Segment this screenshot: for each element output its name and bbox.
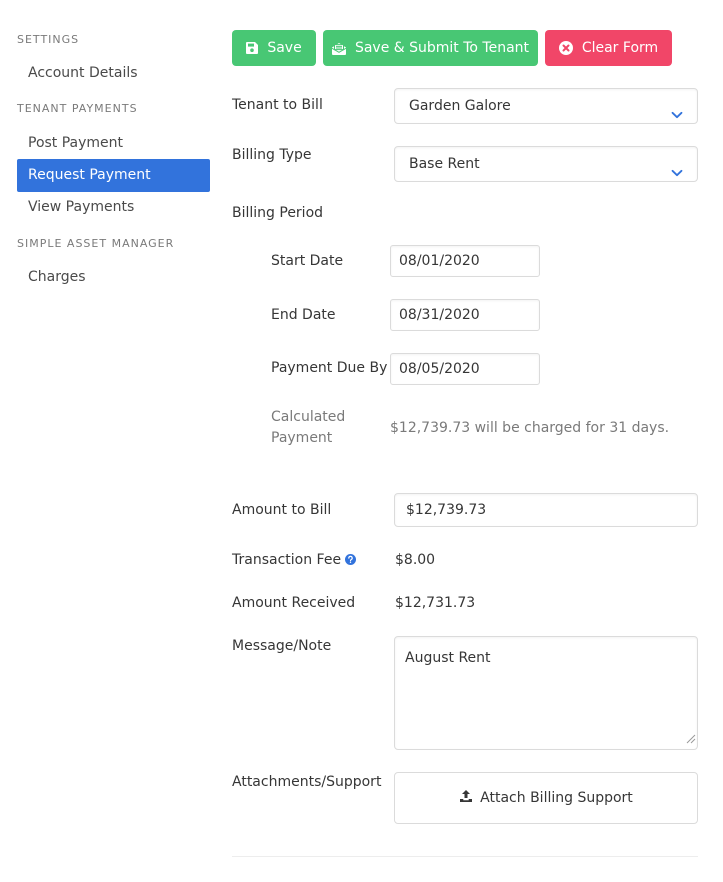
divider (232, 856, 698, 857)
amount-to-bill-input[interactable]: $12,739.73 (394, 493, 698, 527)
amount-received-label: Amount Received (232, 595, 356, 611)
attachments-label: Attachments/Support (232, 774, 382, 790)
transaction-fee-label-text: Transaction Fee (232, 552, 342, 568)
menu-label-simple-asset-manager: SIMPLE ASSET MANAGER (17, 237, 175, 250)
save-submit-button-label: Save & Submit To Tenant (354, 40, 530, 56)
billing-type-select[interactable]: Base Rent (394, 146, 698, 182)
sidebar-item-request-payment[interactable]: Request Payment (17, 159, 210, 192)
chevron-down-icon (671, 158, 683, 192)
upload-icon (459, 789, 473, 807)
question-circle-icon[interactable] (345, 553, 357, 569)
billing-type-select-value: Base Rent (409, 156, 480, 172)
resize-grip-icon[interactable] (684, 732, 696, 748)
sidebar-item-account-details[interactable]: Account Details (17, 57, 210, 90)
menu-label-settings: SETTINGS (17, 33, 80, 46)
floppy-disk-icon (246, 42, 259, 54)
envelope-open-icon (331, 42, 346, 55)
save-button[interactable]: Save (232, 30, 316, 66)
start-date-label: Start Date (271, 253, 344, 269)
clear-form-button[interactable]: Clear Form (545, 30, 672, 66)
menu-label-tenant-payments: TENANT PAYMENTS (17, 102, 138, 115)
attach-billing-support-label: Attach Billing Support (480, 790, 633, 806)
billing-type-label: Billing Type (232, 147, 312, 163)
transaction-fee-label: Transaction Fee (232, 552, 357, 569)
sidebar-item-charges[interactable]: Charges (17, 261, 210, 294)
payment-due-label: Payment Due By (271, 360, 388, 376)
billing-period-label: Billing Period (232, 205, 324, 221)
message-note-label: Message/Note (232, 638, 332, 654)
amount-received-value: $12,731.73 (395, 595, 476, 611)
sidebar-item-view-payments[interactable]: View Payments (17, 191, 210, 224)
attach-billing-support-button[interactable]: Attach Billing Support (394, 772, 698, 824)
chevron-down-icon (671, 100, 683, 134)
tenant-select[interactable]: Garden Galore (394, 88, 698, 124)
clear-form-button-label: Clear Form (581, 40, 659, 56)
message-note-textarea[interactable]: August Rent (394, 636, 698, 750)
save-submit-button[interactable]: Save & Submit To Tenant (323, 30, 538, 66)
times-circle-icon (558, 41, 573, 55)
sidebar-item-post-payment[interactable]: Post Payment (17, 127, 210, 160)
transaction-fee-value: $8.00 (395, 552, 436, 568)
payment-due-input[interactable]: 08/05/2020 (390, 353, 540, 385)
end-date-input[interactable]: 08/31/2020 (390, 299, 540, 331)
message-note-value: August Rent (405, 650, 491, 666)
calculated-payment-label: Calculated Payment (271, 409, 346, 446)
end-date-label: End Date (271, 307, 336, 323)
amount-to-bill-label: Amount to Bill (232, 502, 332, 518)
calculated-payment-text: $12,739.73 will be charged for 31 days. (390, 420, 670, 436)
tenant-select-value: Garden Galore (409, 98, 511, 114)
tenant-label: Tenant to Bill (232, 97, 323, 113)
start-date-input[interactable]: 08/01/2020 (390, 245, 540, 277)
save-button-label: Save (267, 40, 302, 56)
